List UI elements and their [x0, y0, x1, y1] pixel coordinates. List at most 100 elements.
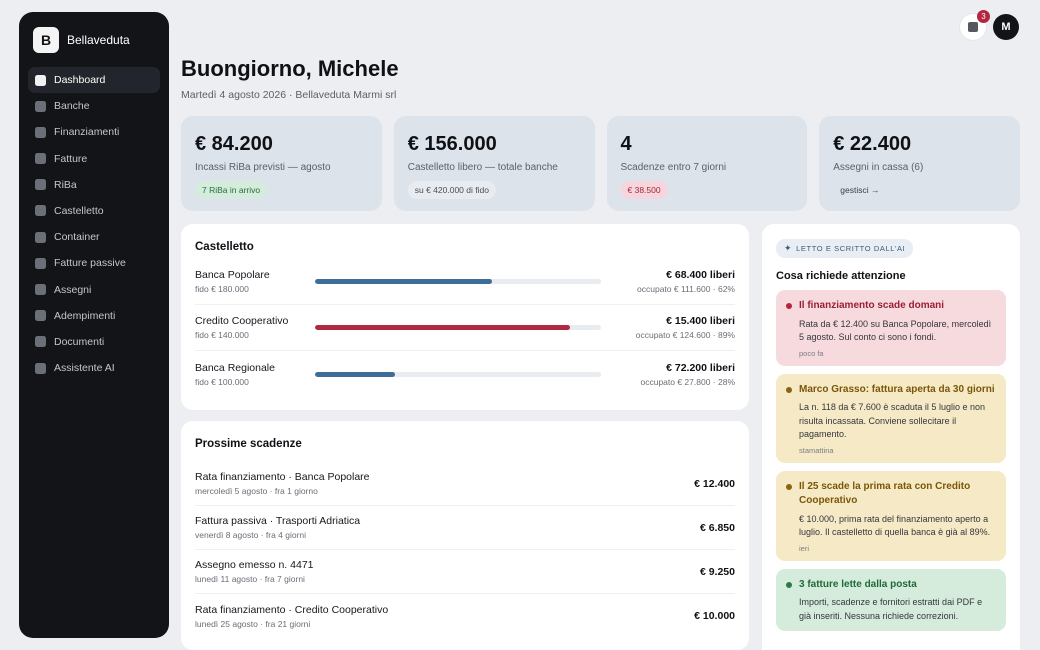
usage-bar-fill: [315, 325, 570, 330]
sidebar-item-adempimenti[interactable]: Adempimenti: [28, 303, 160, 329]
brand-name: Bellaveduta: [67, 32, 130, 47]
compliance-icon: [35, 310, 46, 322]
ai-alert-body: € 10.000, prima rata del finanziamento a…: [799, 513, 991, 538]
ai-alert-title: Il finanziamento scade domani: [799, 300, 945, 311]
ai-alert-title: Il 25 scade la prima rata con Credito Co…: [799, 480, 971, 507]
sidebar-item-riba[interactable]: RiBa: [28, 172, 160, 198]
usage-bar: [315, 371, 601, 377]
sidebar-item-container[interactable]: Container: [28, 224, 160, 250]
sidebar-item-label: Banche: [54, 100, 90, 113]
sidebar-item-fatture[interactable]: Fatture: [28, 146, 160, 172]
sidebar: B Bellaveduta Dashboard Banche Finanziam…: [19, 12, 169, 638]
manage-cheques-link[interactable]: gestisci →: [833, 181, 886, 199]
bank-free-amount: € 72.200 liberi: [666, 361, 735, 374]
dashboard-icon: [35, 74, 46, 86]
sidebar-item-label: Dashboard: [54, 74, 106, 86]
sidebar-item-banche[interactable]: Banche: [28, 93, 160, 119]
ai-alert-card[interactable]: Marco Grasso: fattura aperta da 30 giorn…: [776, 373, 1006, 463]
castelletto-card: Castelletto Banca Popolare fido € 180.00…: [181, 224, 749, 410]
sidebar-item-finanziamenti[interactable]: Finanziamenti: [28, 119, 160, 145]
sidebar-item-documenti[interactable]: Documenti: [28, 329, 160, 355]
status-dot-icon: [786, 483, 792, 490]
sidebar-item-assegni[interactable]: Assegni: [28, 277, 160, 303]
kpi-tag: € 38.500: [620, 181, 668, 199]
kpi-card-castelletto: € 156.000 Castelletto libero — totale ba…: [393, 116, 595, 211]
ai-alert-card[interactable]: 3 fatture lette dalla posta Importi, sca…: [776, 568, 1006, 631]
sidebar-item-label: Adempimenti: [54, 309, 116, 322]
bank-row[interactable]: Credito Cooperativo fido € 140.000 € 15.…: [195, 305, 735, 351]
sidebar-item-label: Assegni: [54, 283, 92, 296]
deadline-amount: € 12.400: [694, 477, 735, 490]
sidebar-item-castelletto[interactable]: Castelletto: [28, 198, 160, 224]
deadline-title: Rata finanziamento · Credito Cooperativo: [195, 603, 389, 616]
sidebar-item-label: RiBa: [54, 178, 77, 191]
bank-fido: fido € 180.000: [195, 284, 249, 294]
page-title: Buongiorno, Michele: [181, 56, 399, 81]
upcoming-deadlines-card: Prossime scadenze Rata finanziamento · B…: [181, 421, 749, 650]
notification-count-badge: 3: [977, 10, 990, 23]
sidebar-nav: Dashboard Banche Finanziamenti Fatture R…: [28, 67, 160, 381]
bank-row[interactable]: Banca Popolare fido € 180.000 € 68.400 l…: [195, 259, 735, 305]
sidebar-item-label: Container: [54, 231, 100, 244]
ai-alert-card[interactable]: Il finanziamento scade domani Rata da € …: [776, 290, 1006, 366]
brand[interactable]: B Bellaveduta: [28, 26, 160, 53]
document-icon: [35, 336, 46, 348]
invoice-icon: [35, 153, 46, 165]
bank-fido: fido € 140.000: [195, 330, 249, 340]
bank-occupied: occupato € 111.600 · 62%: [637, 284, 735, 294]
deadline-title: Assegno emesso n. 4471: [195, 559, 314, 571]
usage-bar: [315, 325, 601, 330]
ai-assistant-icon: [35, 362, 46, 374]
sidebar-item-assistente-ai[interactable]: Assistente AI: [28, 355, 160, 381]
bank-name: Banca Regionale: [195, 361, 275, 374]
ai-alert-card[interactable]: Il 25 scade la prima rata con Credito Co…: [776, 470, 1006, 561]
deadline-row[interactable]: Rata finanziamento · Credito Cooperativo…: [195, 594, 735, 638]
kpi-card-assegni: € 22.400 Assegni in cassa (6) gestisci →: [819, 116, 1020, 211]
usage-bar-fill: [315, 371, 396, 377]
sidebar-item-label: Finanziamenti: [54, 126, 120, 139]
status-dot-icon: [786, 386, 792, 393]
sidebar-item-fatture-passive[interactable]: Fatture passive: [28, 250, 160, 276]
top-actions: 3 M: [960, 10, 1019, 40]
status-dot-icon: [786, 303, 792, 309]
deadline-row[interactable]: Rata finanziamento · Banca Popolare merc…: [195, 462, 735, 506]
deadline-date: lunedì 11 agosto · fra 7 giorni: [195, 574, 305, 584]
kpi-tag: 7 RiBa in arrivo: [195, 181, 268, 199]
bank-row[interactable]: Banca Regionale fido € 100.000 € 72.200 …: [195, 351, 735, 397]
ai-alert-body: Rata da € 12.400 su Banca Popolare, merc…: [799, 318, 992, 343]
deadline-date: lunedì 25 agosto · fra 21 giorni: [195, 618, 311, 629]
notifications-button[interactable]: 3: [960, 10, 990, 40]
kpi-label: Castelletto libero — totale banche: [407, 162, 558, 173]
sidebar-item-dashboard[interactable]: Dashboard: [28, 67, 160, 93]
deadline-date: venerdì 8 agosto · fra 4 giorni: [195, 530, 307, 540]
usage-bar-fill: [315, 279, 493, 284]
sidebar-item-label: Fatture: [54, 152, 88, 165]
bank-free-amount: € 68.400 liberi: [666, 269, 735, 281]
bank-icon: [35, 100, 46, 112]
kpi-label: Incassi RiBa previsti — agosto: [195, 162, 331, 173]
bank-name: Banca Popolare: [195, 269, 270, 281]
ai-alert-title: Marco Grasso: fattura aperta da 30 giorn…: [799, 383, 995, 395]
kpi-value: 4: [620, 133, 632, 155]
bank-fido: fido € 100.000: [195, 376, 249, 387]
deadline-row[interactable]: Fattura passiva · Trasporti Adriatica ve…: [195, 506, 735, 550]
deadline-row[interactable]: Assegno emesso n. 4471 lunedì 11 agosto …: [195, 550, 735, 594]
kpi-card-riba: € 84.200 Incassi RiBa previsti — agosto …: [181, 116, 382, 211]
ai-alert-title: 3 fatture lette dalla posta: [799, 578, 917, 590]
sparkle-icon: ✦: [784, 243, 793, 253]
ai-alert-time: poco fa: [799, 348, 824, 358]
ai-alert-time: stamattina: [799, 445, 834, 455]
avatar[interactable]: M: [993, 14, 1019, 40]
ai-badge: ✦ LETTO E SCRITTO DALL'AI: [776, 239, 914, 258]
payable-invoice-icon: [35, 257, 46, 269]
page-subtitle: Martedì 4 agosto 2026 · Bellaveduta Marm…: [181, 89, 397, 101]
kpi-label: Scadenze entro 7 giorni: [620, 162, 727, 173]
deadline-date: mercoledì 5 agosto · fra 1 giorno: [195, 486, 318, 496]
status-dot-icon: [786, 581, 792, 588]
card-title: Prossime scadenze: [195, 438, 302, 450]
castelletto-icon: [35, 205, 46, 217]
kpi-tag: su € 420.000 di fido: [407, 181, 496, 199]
ai-alert-body: Importi, scadenze e fornitori estratti d…: [799, 597, 983, 621]
sidebar-item-label: Fatture passive: [54, 257, 126, 270]
kpi-row: € 84.200 Incassi RiBa previsti — agosto …: [181, 116, 1020, 211]
